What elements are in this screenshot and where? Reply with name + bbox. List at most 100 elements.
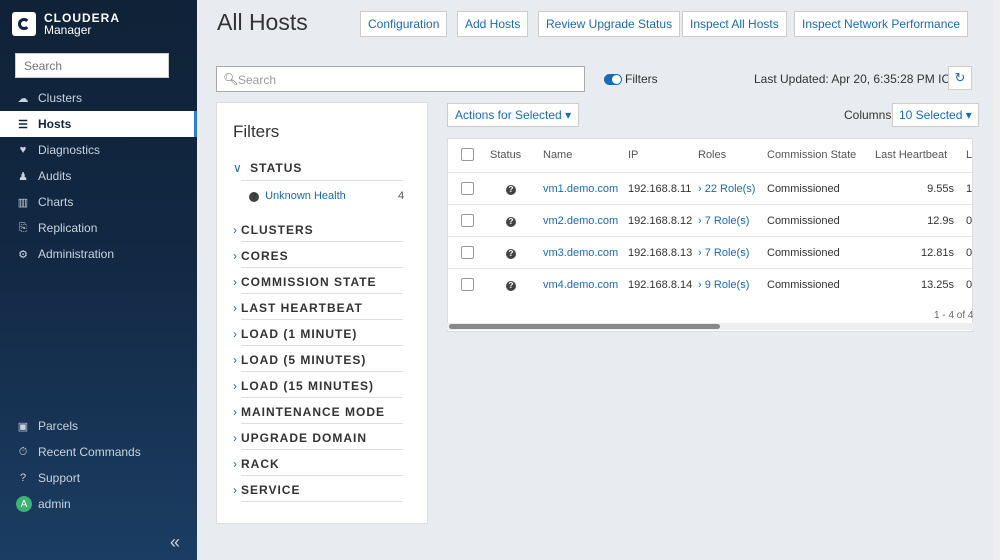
inspect-all-hosts-button[interactable]: Inspect All Hosts [682,11,787,37]
load-cell: 0 [966,215,973,227]
sidebar-item-user[interactable]: Aadmin [0,491,197,517]
filter-section-commission-state[interactable]: › COMMISSION STATE [233,275,377,289]
chevron-right-icon: › [233,405,238,419]
host-search-input[interactable]: 🔍︎ Search [216,66,585,92]
sidebar-item-parcels[interactable]: ▣ Parcels [0,413,197,439]
filter-section-label: LOAD (15 MINUTES) [241,379,375,393]
column-header-roles[interactable]: Roles [698,149,726,161]
sidebar-item-label: Charts [38,195,74,209]
cloudera-logo-icon [12,12,36,36]
roles-link[interactable]: › 7 Role(s) [698,215,749,227]
host-name-link[interactable]: vm3.demo.com [543,247,618,259]
column-header-last-heartbeat[interactable]: Last Heartbeat [875,149,947,161]
status-cell: ? [506,215,516,227]
columns-dropdown[interactable]: 10 Selected ▾ [892,103,979,127]
filters-toggle-label: Filters [625,72,658,86]
toggle-switch-icon[interactable] [604,73,622,85]
filter-unknown-health[interactable]: ? Unknown Health [249,190,346,202]
filter-section-upgrade-domain[interactable]: › UPGRADE DOMAIN [233,431,367,445]
sidebar-item-replication[interactable]: ⎘ Replication [0,215,197,241]
sidebar-item-audits[interactable]: ♟ Audits [0,163,197,189]
roles-link[interactable]: › 9 Role(s) [698,279,749,291]
filter-section-label: RACK [241,457,280,471]
configuration-button[interactable]: Configuration [360,11,448,37]
load-cell: 1 [966,183,973,195]
caret-down-icon: ▾ [965,108,972,122]
chevron-right-icon: › [698,279,705,291]
commands-icon: ⏱ [18,445,28,458]
sidebar-nav: ☁ Clusters ☰ Hosts ♥ Diagnostics ♟ Audits ▥ Chart… [0,85,197,267]
filter-section-maintenance-mode[interactable]: › MAINTENANCE MODE [233,405,385,419]
roles-label: 9 Role(s) [704,279,750,291]
filter-section-last-heartbeat[interactable]: › LAST HEARTBEAT [233,301,363,315]
filter-section-label: MAINTENANCE MODE [241,405,385,419]
sidebar: CLOUDERA Manager ☁ Clusters ☰ Hosts ♥ Diagnos… [0,0,197,560]
column-header-ip[interactable]: IP [628,149,638,161]
filter-section-load-15-minutes[interactable]: › LOAD (15 MINUTES) [233,379,374,393]
sidebar-item-label: Administration [38,247,115,261]
unknown-health-icon: ? [506,185,516,195]
brand[interactable]: CLOUDERA Manager [12,10,120,38]
add-hosts-button[interactable]: Add Hosts [457,11,529,37]
sidebar-search-input[interactable] [15,53,169,78]
filter-section-service[interactable]: › SERVICE [233,483,300,497]
column-header-commission-state[interactable]: Commission State [767,149,856,161]
roles-link[interactable]: › 7 Role(s) [698,247,749,259]
sidebar-item-administration[interactable]: ⚙ Administration [0,241,197,267]
filter-section-label: SERVICE [241,483,301,497]
filter-section-load-1-minute[interactable]: › LOAD (1 MINUTE) [233,327,357,341]
sidebar-item-hosts[interactable]: ☰ Hosts [0,111,197,137]
divider [241,267,403,268]
row-checkbox[interactable] [461,246,474,259]
filter-section-clusters[interactable]: › CLUSTERS [233,223,314,237]
support-icon: ? [19,472,27,484]
filters-title: Filters [233,122,280,141]
sidebar-item-support[interactable]: ? Support [0,465,197,491]
roles-label: 22 Role(s) [704,183,756,195]
filter-section-label: UPGRADE DOMAIN [241,431,368,445]
last-heartbeat-cell: 12.9s [927,215,954,227]
sidebar-item-label: Audits [38,169,72,183]
row-checkbox[interactable] [461,214,474,227]
divider [241,345,403,346]
chevron-right-icon: › [233,353,238,367]
refresh-icon[interactable]: ↻ [948,66,972,90]
sidebar-item-charts[interactable]: ▥ Charts [0,189,197,215]
actions-for-selected-dropdown[interactable]: Actions for Selected ▾ [447,103,580,127]
host-name-link[interactable]: vm4.demo.com [543,279,618,291]
filters-toggle[interactable]: Filters [604,72,658,86]
ip-cell: 192.168.8.13 [628,247,693,259]
sidebar-item-label: Parcels [38,419,79,433]
parcels-icon: ▣ [17,420,29,433]
column-header-status[interactable]: Status [490,149,521,161]
roles-label: 7 Role(s) [704,247,750,259]
row-checkbox[interactable] [461,278,474,291]
collapse-sidebar-icon[interactable]: « [170,532,180,553]
filter-section-label: CLUSTERS [241,223,314,237]
column-header-load[interactable]: L [966,149,972,161]
select-all-checkbox[interactable] [461,148,474,161]
filter-section-rack[interactable]: › RACK [233,457,280,471]
unknown-health-icon: ? [506,249,516,259]
chevron-right-icon: › [698,247,705,259]
column-header-name[interactable]: Name [543,149,572,161]
sidebar-item-diagnostics[interactable]: ♥ Diagnostics [0,137,197,163]
host-name-link[interactable]: vm1.demo.com [543,183,618,195]
user-name: admin [38,497,71,511]
filter-section-cores[interactable]: › CORES [233,249,289,263]
sidebar-item-clusters[interactable]: ☁ Clusters [0,85,197,111]
page-vertical-scrollbar[interactable] [993,0,1000,560]
filter-status-header[interactable]: ∨ STATUS [233,161,302,175]
sidebar-item-recent-commands[interactable]: ⏱ Recent Commands [0,439,197,465]
table-scrollbar-thumb[interactable] [449,324,720,329]
chevron-right-icon: › [233,327,238,341]
host-name-link[interactable]: vm2.demo.com [543,215,618,227]
row-checkbox[interactable] [461,182,474,195]
roles-link[interactable]: › 22 Role(s) [698,183,755,195]
filter-section-load-5-minutes[interactable]: › LOAD (5 MINUTES) [233,353,366,367]
columns-value: 10 Selected [899,108,963,122]
sidebar-item-label: Recent Commands [38,445,141,459]
review-upgrade-status-button[interactable]: Review Upgrade Status [538,11,681,37]
inspect-network-performance-button[interactable]: Inspect Network Performance [794,11,969,37]
divider [241,397,403,398]
